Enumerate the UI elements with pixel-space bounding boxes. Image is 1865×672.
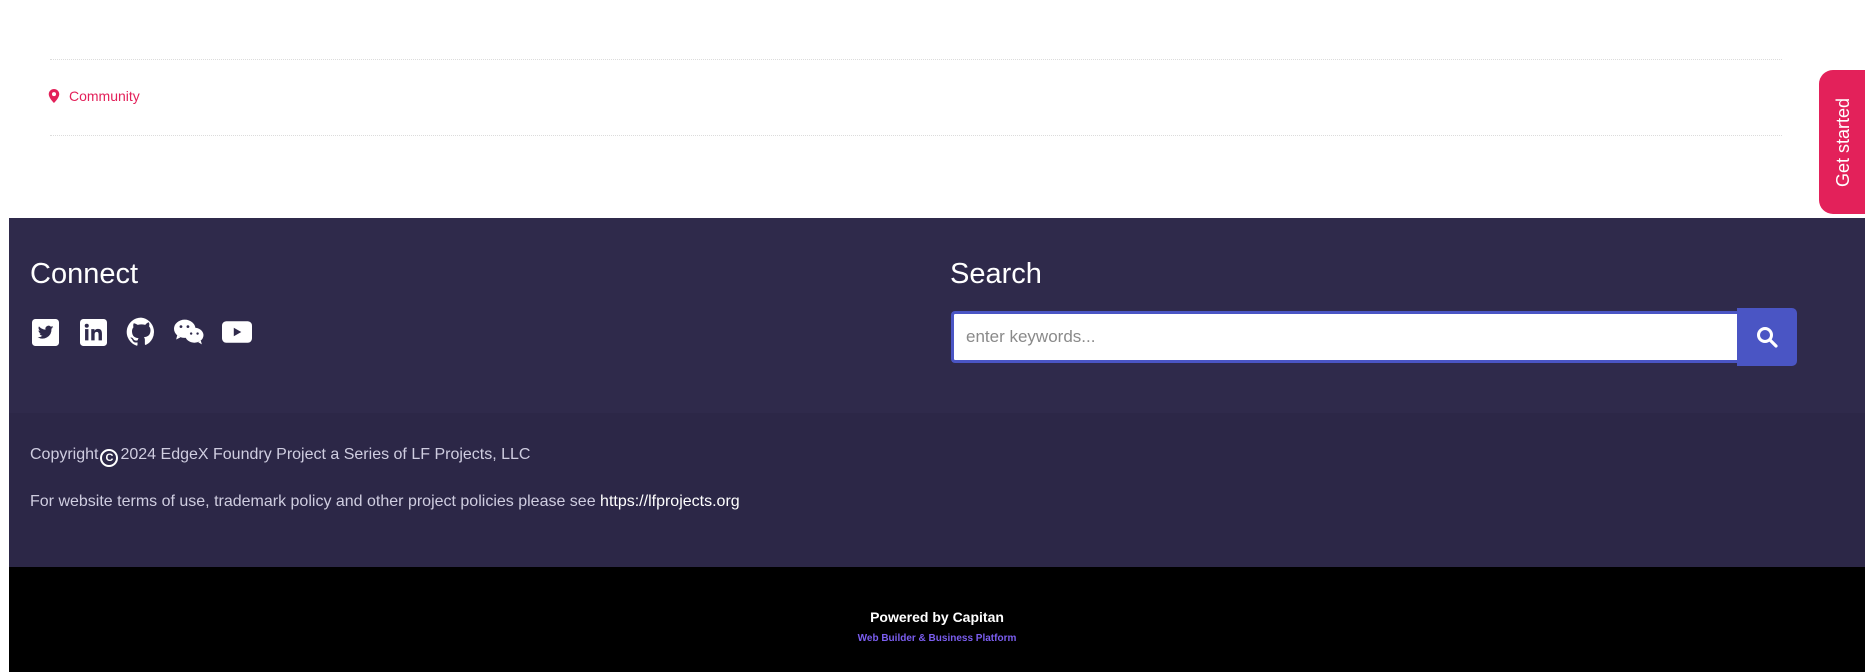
linkedin-icon[interactable] bbox=[78, 317, 108, 347]
divider bbox=[50, 135, 1782, 136]
twitter-icon[interactable] bbox=[30, 317, 60, 347]
search-input[interactable] bbox=[951, 311, 1737, 363]
search-button[interactable] bbox=[1737, 308, 1797, 366]
copyright-line: Copyright C 2024 EdgeX Foundry Project a S… bbox=[30, 446, 530, 467]
powered-by-tagline[interactable]: Web Builder & Business Platform bbox=[9, 633, 1865, 644]
get-started-label: Get started bbox=[1833, 97, 1854, 187]
github-icon[interactable] bbox=[126, 317, 156, 347]
divider bbox=[50, 59, 1782, 60]
youtube-icon[interactable] bbox=[222, 317, 252, 347]
copyright-text: 2024 EdgeX Foundry Project a Series of L… bbox=[120, 446, 531, 463]
footer-main: Connect Search bbox=[9, 218, 1865, 413]
terms-link[interactable]: https://lfprojects.org bbox=[600, 493, 740, 510]
search-icon bbox=[1757, 327, 1778, 348]
map-pin-icon bbox=[48, 89, 60, 103]
terms-text: For website terms of use, trademark poli… bbox=[30, 493, 601, 510]
social-links bbox=[30, 317, 252, 347]
search-form bbox=[951, 308, 1799, 366]
copyright-icon: C bbox=[100, 449, 119, 467]
breadcrumb-label[interactable]: Community bbox=[69, 88, 140, 104]
powered-by-label[interactable]: Powered by Capitan bbox=[9, 609, 1865, 625]
get-started-button[interactable]: Get started bbox=[1819, 70, 1865, 214]
copyright-prefix: Copyright bbox=[30, 446, 99, 463]
powered-by-bar: Powered by Capitan Web Builder & Busines… bbox=[9, 567, 1865, 672]
connect-heading: Connect bbox=[30, 258, 139, 290]
terms-line: For website terms of use, trademark poli… bbox=[30, 493, 740, 511]
breadcrumb[interactable]: Community bbox=[48, 88, 140, 104]
wechat-icon[interactable] bbox=[174, 317, 204, 347]
footer-legal: Copyright C 2024 EdgeX Foundry Project a S… bbox=[9, 413, 1865, 567]
search-heading: Search bbox=[950, 258, 1042, 290]
content-area: Community bbox=[0, 0, 1865, 218]
